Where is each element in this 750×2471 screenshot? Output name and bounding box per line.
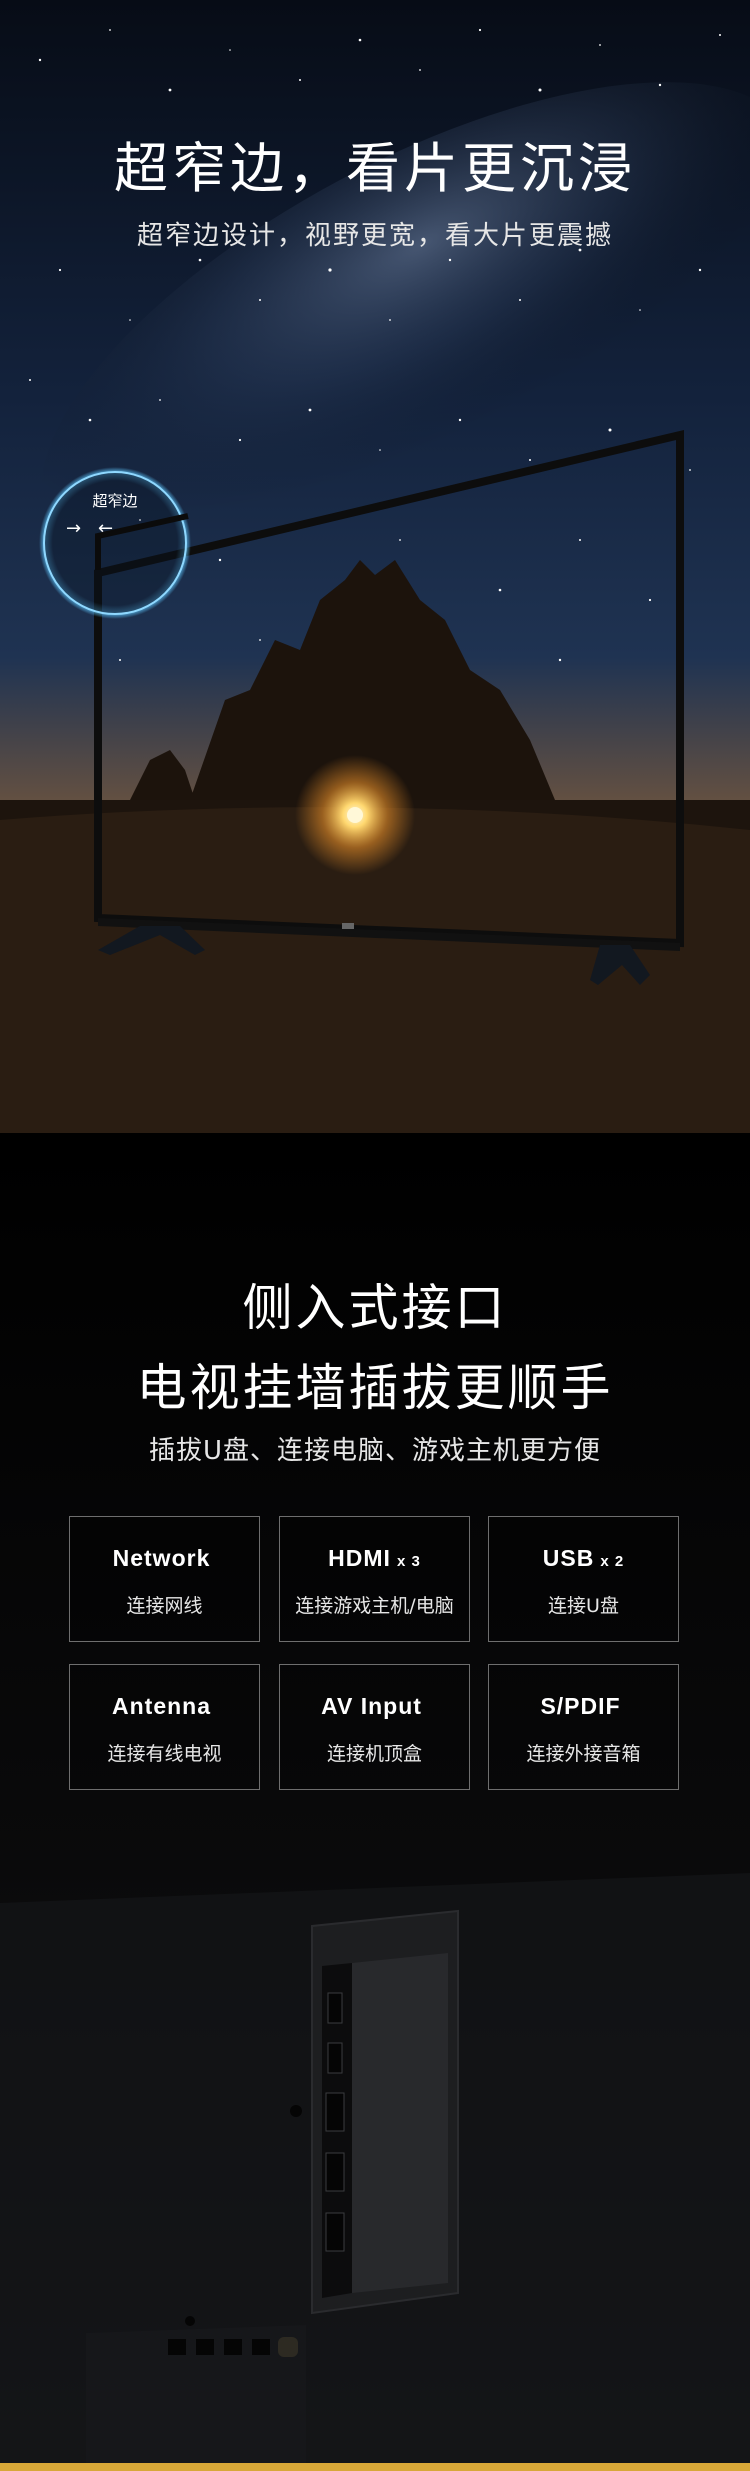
- product-detail-page: 超窄边，看片更沉浸 超窄边设计，视野更宽，看大片更震撼 超窄边 → ← 侧入式接…: [0, 0, 750, 2471]
- hdmi-port-icon: [325, 2212, 345, 2252]
- tv-side-ports-illustration: [0, 1873, 750, 2471]
- narrow-bezel-section: 超窄边，看片更沉浸 超窄边设计，视野更宽，看大片更震撼 超窄边 → ←: [0, 0, 750, 1133]
- tv-stand-left: [98, 926, 205, 955]
- arrow-right-icon: →: [66, 518, 82, 539]
- hdmi-port-icon: [325, 2092, 345, 2132]
- bezel-label: 超窄边: [92, 492, 138, 510]
- narrow-bezel-badge: 超窄边 → ←: [38, 466, 192, 620]
- accent-bar: [0, 2463, 750, 2471]
- side-ports-section: 侧入式接口 电视挂墙插拔更顺手 插拔U盘、连接电脑、游戏主机更方便 Networ…: [0, 1133, 750, 2471]
- tv-stand-right: [590, 945, 650, 985]
- usb-port-icon: [327, 1992, 343, 2024]
- arrow-left-icon: ←: [98, 518, 114, 539]
- mi-logo: [342, 923, 354, 929]
- usb-port-icon: [327, 2042, 343, 2074]
- screw-hole: [290, 2105, 302, 2117]
- hdmi-port-icon: [325, 2152, 345, 2192]
